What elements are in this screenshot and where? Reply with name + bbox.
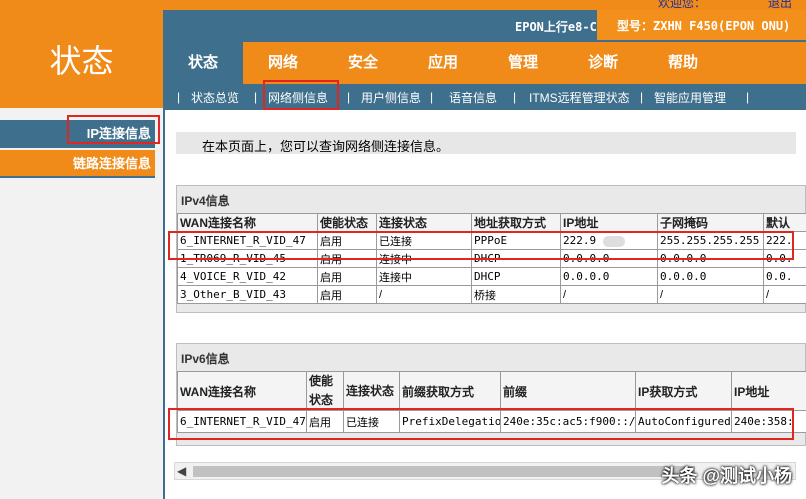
tab-help[interactable]: 帮助 [643,42,723,84]
subtab-user-side-info[interactable]: 用户侧信息 [361,89,421,106]
subtab-smart-app[interactable]: 智能应用管理 [654,89,726,106]
table-row: 4_VOICE_R_VID_42 启用 连接中 DHCP 0.0.0.0 0.0… [177,267,806,286]
table-cell: 连接中 [376,249,472,268]
column-header: 使能状态 [317,213,377,232]
column-header: IP地址 [560,213,658,232]
subtab-status-overview[interactable]: 状态总览 [191,89,239,106]
ipv6-section: IPv6信息 WAN连接名称 使能状态 连接状态 前缀获取方式 前缀 IP获取方… [176,343,806,446]
column-header: 连接状态 [376,213,472,232]
table-cell: 连接中 [376,267,472,286]
table-cell: 1_TR069_R_VID_45 [177,249,318,268]
table-cell: / [763,285,806,304]
subtab-voice-info[interactable]: 语音信息 [449,89,497,106]
subtab-separator: | [513,90,517,104]
content-border [163,110,165,499]
sidebar: IP连接信息 链路连接信息 [0,108,163,499]
table-row: 6_INTERNET_R_VID_47 启用 已连接 PPPoE 222.9 2… [177,231,806,250]
section-title: 状态 [0,10,163,108]
column-header: 前缀获取方式 [399,371,501,411]
table-cell: 0.0. [763,249,806,268]
column-header: WAN连接名称 [177,213,318,232]
main-tab-bar: 状态 网络 安全 应用 管理 诊断 帮助 [163,42,806,84]
table-cell: DHCP [471,249,561,268]
table-cell: 240e:35c:ac5:f900::/56 [500,410,636,433]
table-cell: 6_INTERNET_R_VID_47 [177,410,307,433]
tab-network[interactable]: 网络 [243,42,323,84]
sub-tab-bar: | 状态总览 | 网络侧信息 | 用户侧信息 | 语音信息 | ITMS远程管理… [163,84,806,110]
ipv4-title: IPv4信息 [181,194,230,208]
table-cell: 桥接 [471,285,561,304]
ipv4-table: WAN连接名称 使能状态 连接状态 地址获取方式 IP地址 子网掩码 默认 6_… [177,213,806,304]
column-header: IP地址 [731,371,806,411]
table-cell: / [560,285,658,304]
subtab-separator: | [430,90,434,104]
table-cell: 3_Other_B_VID_43 [177,285,318,304]
table-cell: PrefixDelegation [399,410,501,433]
table-cell: / [657,285,764,304]
ipv6-table: WAN连接名称 使能状态 连接状态 前缀获取方式 前缀 IP获取方式 IP地址 … [177,371,806,433]
table-cell: DHCP [471,267,561,286]
sidebar-item-ip-connection[interactable]: IP连接信息 [0,120,155,148]
table-header-row: WAN连接名称 使能状态 连接状态 地址获取方式 IP地址 子网掩码 默认 [177,213,806,232]
scrollbar-thumb[interactable] [193,466,695,477]
subtab-network-side-info[interactable]: 网络侧信息 [268,89,328,106]
table-cell: 0.0.0.0 [657,249,764,268]
column-header: 前缀 [500,371,636,411]
table-cell: 启用 [317,249,377,268]
table-cell: 启用 [306,410,344,433]
table-cell: 0.0. [763,267,806,286]
table-cell: 启用 [317,231,377,250]
intro-text: 在本页面上，您可以查询网络侧连接信息。 [176,132,796,154]
column-header: 默认 [763,213,806,232]
table-cell: 0.0.0.0 [560,267,658,286]
subtab-separator: | [347,90,351,104]
table-row: 3_Other_B_VID_43 启用 / 桥接 / / / [177,285,806,304]
table-row: 1_TR069_R_VID_45 启用 连接中 DHCP 0.0.0.0 0.0… [177,249,806,268]
table-cell: 已连接 [376,231,472,250]
table-cell: 6_INTERNET_R_VID_47 [177,231,318,250]
scroll-left-icon[interactable]: ◀ [177,464,186,478]
column-header: 地址获取方式 [471,213,561,232]
table-row: 6_INTERNET_R_VID_47 启用 已连接 PrefixDelegat… [177,410,806,433]
subtab-itms-status[interactable]: ITMS远程管理状态 [529,89,630,106]
column-header: WAN连接名称 [177,371,307,411]
subtab-separator: | [177,90,181,104]
column-header: IP获取方式 [635,371,732,411]
table-cell: PPPoE [471,231,561,250]
table-cell: 255.255.255.255 [657,231,764,250]
ipv4-section: IPv4信息 WAN连接名称 使能状态 连接状态 地址获取方式 IP地址 子网掩… [176,185,806,313]
table-cell: 240e:358: [731,410,806,433]
table-header-row: WAN连接名称 使能状态 连接状态 前缀获取方式 前缀 IP获取方式 IP地址 [177,371,806,411]
ipv6-title: IPv6信息 [181,352,230,366]
tab-diagnosis[interactable]: 诊断 [563,42,643,84]
table-cell: 4_VOICE_R_VID_42 [177,267,318,286]
model-label: 型号：ZXHN F450(EPON ONU) [597,10,806,40]
subtab-separator: | [254,90,258,104]
tab-security[interactable]: 安全 [323,42,403,84]
table-cell: 0.0.0.0 [560,249,658,268]
redaction-blur [602,235,625,247]
subtab-separator: | [746,90,750,104]
column-header: 使能状态 [306,371,344,411]
table-cell: / [376,285,472,304]
table-cell: 启用 [317,285,377,304]
table-cell: 222.9 [560,231,658,250]
table-cell: AutoConfigured [635,410,732,433]
tab-application[interactable]: 应用 [403,42,483,84]
sidebar-item-link-connection[interactable]: 链路连接信息 [0,150,155,178]
sidebar-divider [0,176,155,178]
ip-address-text: 222.9 [563,234,597,247]
column-header: 子网掩码 [657,213,764,232]
column-header: 连接状态 [343,371,400,411]
table-cell: 222. [763,231,806,250]
epon-label: EPON上行e8-C [515,20,597,34]
top-strip: 欢迎您： 退出 [0,0,806,10]
subtab-separator: | [640,90,644,104]
table-cell: 启用 [317,267,377,286]
watermark: 头条 @测试小杨 [661,466,792,486]
table-cell: 0.0.0.0 [657,267,764,286]
table-cell: 已连接 [343,410,400,433]
tab-management[interactable]: 管理 [483,42,563,84]
tab-status[interactable]: 状态 [163,42,243,84]
